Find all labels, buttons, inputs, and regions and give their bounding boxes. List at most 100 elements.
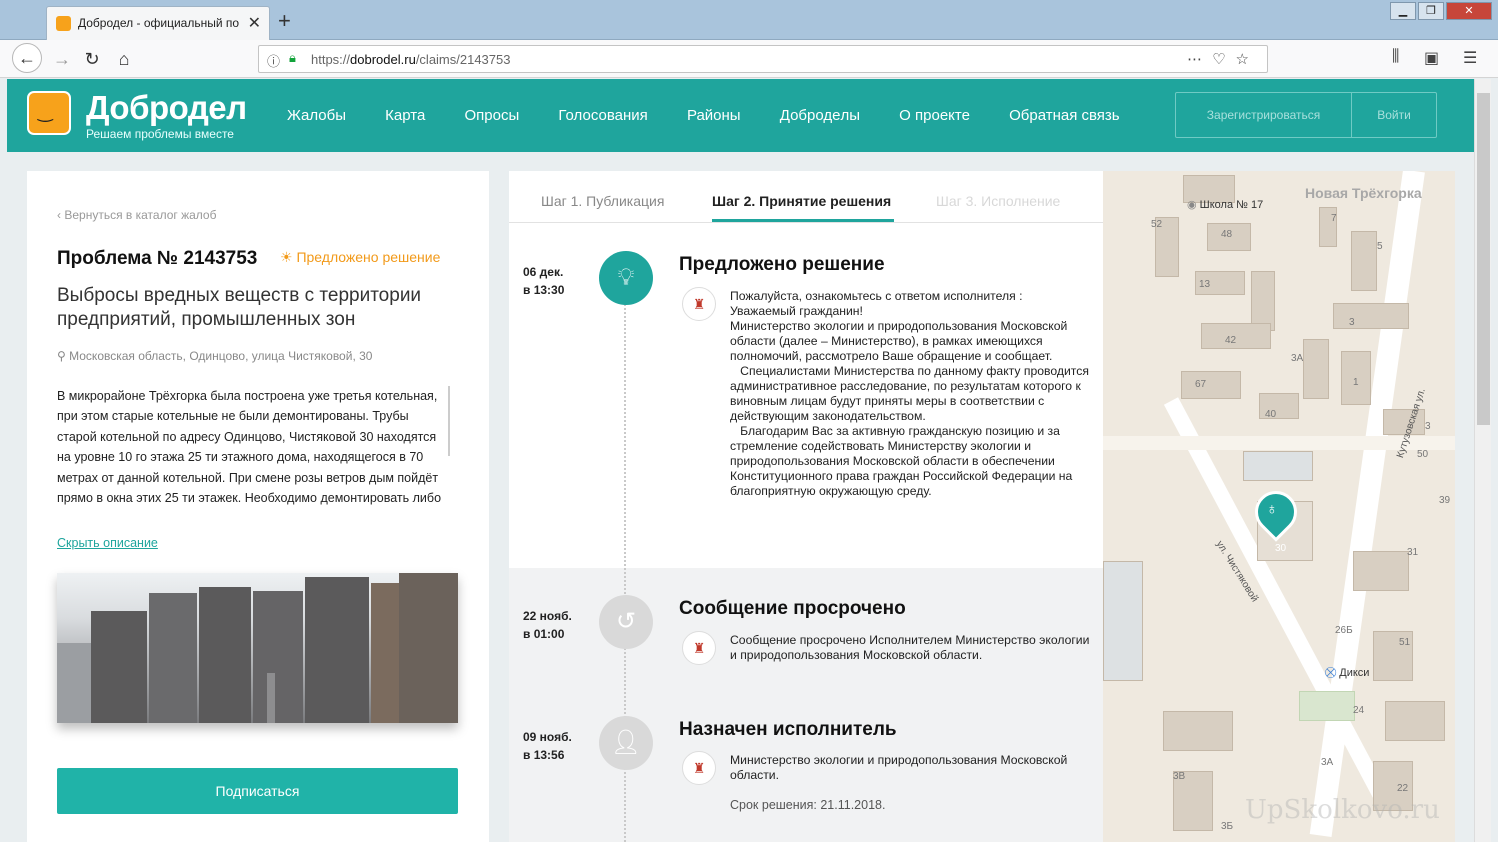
top-nav: Жалобы Карта Опросы Голосования Районы Д… xyxy=(287,107,1155,124)
back-to-catalog-link[interactable]: ‹ Вернуться в каталог жалоб xyxy=(57,208,216,222)
event-title: Назначен исполнитель xyxy=(679,719,897,740)
site-favicon-icon xyxy=(56,16,71,31)
house-number: 31 xyxy=(1407,547,1419,558)
register-button[interactable]: Зарегистрироваться xyxy=(1176,93,1352,137)
sidebar-icon[interactable]: ▣ xyxy=(1424,48,1439,68)
maximize-icon[interactable]: ❐ xyxy=(1418,2,1444,20)
minimize-icon[interactable]: ▁ xyxy=(1390,2,1416,20)
coat-of-arms-avatar: ♜ xyxy=(682,631,716,665)
nav-item-districts[interactable]: Районы xyxy=(687,107,741,124)
steps-tabs: Шаг 1. Публикация Шаг 2. Принятие решени… xyxy=(509,171,1103,223)
map-school-label[interactable]: ◉ Школа № 17 xyxy=(1187,198,1263,211)
lightbulb-icon: 💡︎ xyxy=(599,251,653,305)
house-number: 22 xyxy=(1397,783,1409,794)
user-icon: 👤︎ xyxy=(599,716,653,770)
active-tab-indicator xyxy=(712,219,894,222)
coat-of-arms-avatar: ♜ xyxy=(682,287,716,321)
close-tab-icon[interactable]: ✕ xyxy=(248,13,261,33)
school-icon: ◉ xyxy=(1187,199,1200,211)
description-scrollbar[interactable] xyxy=(448,386,450,456)
url-bar[interactable]: ⓘ 🔒︎ https://dobrodel.ru/claims/2143753 … xyxy=(258,45,1268,73)
event-title: Предложено решение xyxy=(679,254,885,275)
map-shop-label[interactable]: ⛒ Дикси xyxy=(1325,667,1369,680)
event-text: Пожалуйста, ознакомьтесь с ответом испол… xyxy=(730,289,1089,498)
timeline-panel: Шаг 1. Публикация Шаг 2. Принятие решени… xyxy=(509,171,1103,842)
house-number: 3 xyxy=(1425,421,1431,432)
house-number: 52 xyxy=(1151,219,1163,230)
house-number: 3А xyxy=(1291,353,1304,364)
tab-step-publication[interactable]: Шаг 1. Публикация xyxy=(541,193,664,209)
library-icon[interactable]: ⫼ xyxy=(1392,48,1399,66)
url-text: https://dobrodel.ru/claims/2143753 xyxy=(311,52,511,67)
event-title: Сообщение просрочено xyxy=(679,598,906,619)
info-icon[interactable]: ⓘ xyxy=(267,51,280,70)
browser-navbar: ← → ↻ ⌂ ⓘ 🔒︎ https://dobrodel.ru/claims/… xyxy=(0,40,1498,78)
problem-title: Выбросы вредных веществ с территории пре… xyxy=(57,285,422,330)
problem-address: ⚲ Московская область, Одинцово, улица Чи… xyxy=(57,349,373,363)
new-tab-icon[interactable]: + xyxy=(278,8,291,34)
nav-item-map[interactable]: Карта xyxy=(385,107,425,124)
browser-tab[interactable]: Добродел - официальный по ✕ xyxy=(46,6,270,40)
house-number: 5 xyxy=(1377,241,1383,252)
house-number: 3 xyxy=(1349,317,1355,328)
scrollbar-thumb[interactable] xyxy=(1477,93,1490,425)
watermark: UpSkolkovo.ru xyxy=(1245,795,1440,825)
logo-name[interactable]: Добродел xyxy=(86,89,247,127)
event-text: Министерство экологии и природопользован… xyxy=(730,753,1071,782)
event-text: Сообщение просрочено Исполнителем Минист… xyxy=(730,633,1093,662)
reload-icon[interactable]: ↻ xyxy=(78,46,106,72)
menu-icon[interactable]: ☰ xyxy=(1463,48,1477,68)
sun-icon: ☀ xyxy=(280,249,297,265)
auth-box: Зарегистрироваться Войти xyxy=(1175,92,1437,138)
logo-tagline: Решаем проблемы вместе xyxy=(86,127,234,141)
tab-step-decision[interactable]: Шаг 2. Принятие решения xyxy=(712,193,891,209)
nav-item-polls[interactable]: Опросы xyxy=(464,107,519,124)
house-number: 13 xyxy=(1199,279,1211,290)
login-button[interactable]: Войти xyxy=(1352,93,1436,137)
problem-number: Проблема № 2143753 xyxy=(57,248,258,269)
problem-photo[interactable] xyxy=(57,573,458,723)
tab-step-execution[interactable]: Шаг 3. Исполнение xyxy=(936,193,1060,209)
status-badge: ☀ Предложено решение xyxy=(280,249,441,265)
problem-description: В микрорайоне Трёхгорка была построена у… xyxy=(57,389,442,506)
nav-item-about[interactable]: О проекте xyxy=(899,107,970,124)
nav-item-volunteers[interactable]: Добродeлы xyxy=(780,107,860,124)
lock-icon: 🔒︎ xyxy=(289,50,296,65)
house-number: 30 xyxy=(1275,543,1287,554)
house-number: 26Б xyxy=(1335,625,1353,636)
back-icon[interactable]: ← xyxy=(12,43,42,73)
hide-description-link[interactable]: Скрыть описание xyxy=(57,536,158,550)
forward-icon[interactable]: → xyxy=(48,46,76,72)
shop-icon: ⛒ xyxy=(1325,667,1340,679)
house-number: 48 xyxy=(1221,229,1233,240)
browser-titlebar: Добродел - официальный по ✕ + ▁ ❐ ✕ xyxy=(0,0,1498,40)
nav-item-votes[interactable]: Голосования xyxy=(558,107,647,124)
coat-of-arms-avatar: ♜ xyxy=(682,751,716,785)
house-number: 42 xyxy=(1225,335,1237,346)
map-area-label: Новая Трёхгорка xyxy=(1305,185,1422,201)
site-header: ‿ Добродел Решаем проблемы вместе Жалобы… xyxy=(7,79,1474,152)
logo-icon[interactable]: ‿ xyxy=(27,91,71,135)
nav-item-feedback[interactable]: Обратная связь xyxy=(1009,107,1120,124)
house-number: 3Б xyxy=(1221,821,1234,832)
house-number: 39 xyxy=(1439,495,1451,506)
map[interactable]: Новая Трёхгорка ◉ Школа № 17 Кутузовская… xyxy=(1103,171,1455,842)
history-icon: ↺ xyxy=(599,595,653,649)
problem-card: ‹ Вернуться в каталог жалоб Проблема № 2… xyxy=(27,171,489,842)
house-number: 3А xyxy=(1321,757,1334,768)
house-number: 24 xyxy=(1353,705,1365,716)
nav-item-complaints[interactable]: Жалобы xyxy=(287,107,346,124)
house-number: 7 xyxy=(1331,213,1337,224)
home-icon[interactable]: ⌂ xyxy=(110,46,138,72)
page-actions-icon[interactable]: ⋯♡☆ xyxy=(1187,50,1259,68)
page-scrollbar[interactable] xyxy=(1474,79,1491,842)
tab-title: Добродел - официальный по xyxy=(78,16,240,30)
house-number: 40 xyxy=(1265,409,1277,420)
marker-bulb-icon: ♁ xyxy=(1266,501,1278,518)
subscribe-button[interactable]: Подписаться xyxy=(57,768,458,814)
event-date: 09 нояб. в 13:56 xyxy=(523,730,572,762)
location-pin-icon: ⚲ xyxy=(57,349,70,363)
house-number: 1 xyxy=(1353,377,1359,388)
event-date: 06 дек. в 13:30 xyxy=(523,265,565,297)
close-window-icon[interactable]: ✕ xyxy=(1446,2,1492,20)
